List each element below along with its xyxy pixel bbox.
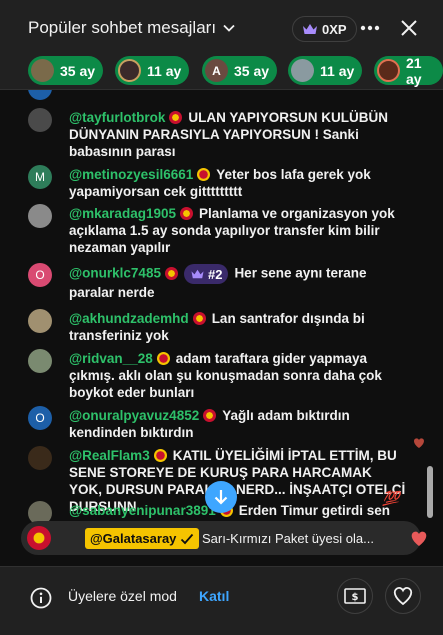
svg-text:$: $: [352, 592, 359, 603]
ticker-item[interactable]: A 35 ay: [202, 56, 278, 85]
avatar: [28, 90, 52, 100]
ticker-label: 35 ay: [60, 62, 96, 79]
message-text: Erden Timur getirdi sen: [238, 503, 391, 518]
message-author[interactable]: @tayfurlotbrok: [69, 110, 165, 125]
banner-text: Sarı-Kırmızı Paket üyesi ola...: [202, 531, 374, 546]
xp-chip[interactable]: 0XP: [292, 16, 357, 42]
rank-badge: #2: [183, 264, 229, 284]
rank-label: #2: [207, 266, 223, 282]
avatar: M: [28, 165, 52, 189]
ticker-label: 35 ay: [234, 62, 270, 79]
crown-icon: [191, 269, 204, 279]
ticker-label: 11 ay: [147, 62, 182, 79]
avatar: [377, 59, 400, 82]
avatar: [31, 59, 54, 82]
member-badge-icon: [203, 409, 217, 422]
message-author[interactable]: @onurklc7485: [69, 266, 161, 281]
ticker-item[interactable]: 21 ay: [374, 54, 443, 87]
verified-check-icon: [181, 533, 194, 544]
pinned-member-banner[interactable]: @Galatasaray Sarı-Kırmızı Paket üyesi ol…: [21, 521, 427, 555]
avatar: [28, 108, 52, 132]
member-badge-icon: [156, 352, 170, 365]
channel-avatar: [27, 526, 51, 550]
heart-emoji-icon: [411, 531, 427, 546]
membership-ticker-bar: 35 ay 11 ay A 35 ay 11 ay 21 ay: [0, 54, 443, 90]
member-badge-icon: [197, 168, 211, 181]
ticker-label: 21 ay: [406, 54, 422, 87]
more-options-icon[interactable]: [360, 20, 380, 36]
heart-icon: [393, 586, 413, 606]
message-author[interactable]: @akhundzademhd: [69, 311, 189, 326]
heart-reaction-button[interactable]: [385, 578, 421, 614]
message-author[interactable]: @RealFlam3: [69, 448, 150, 463]
chat-scrollbar[interactable]: [427, 466, 433, 518]
channel-handle: @Galatasaray: [90, 531, 177, 546]
chat-title: Popüler sohbet mesajları: [28, 18, 217, 37]
message-author[interactable]: @ridvan__28: [69, 351, 153, 366]
scroll-to-bottom-button[interactable]: [205, 481, 237, 513]
avatar: O: [28, 406, 52, 430]
message-author[interactable]: @onuralpyavuz4852: [69, 408, 199, 423]
member-badge-icon: [164, 266, 178, 280]
dollar-icon: $: [344, 588, 366, 604]
channel-handle-chip[interactable]: @Galatasaray: [85, 528, 200, 549]
super-chat-button[interactable]: $: [337, 578, 373, 614]
join-link[interactable]: Katıl: [199, 588, 229, 604]
hundred-emoji-icon: 💯: [382, 490, 400, 506]
chevron-down-icon: [223, 24, 235, 32]
chat-mode-dropdown[interactable]: Popüler sohbet mesajları: [28, 18, 236, 38]
member-badge-icon: [179, 207, 193, 220]
avatar: [28, 446, 52, 470]
ticker-item[interactable]: 11 ay: [115, 56, 190, 85]
avatar: [28, 204, 52, 228]
chat-header: Popüler sohbet mesajları 0XP: [0, 0, 443, 54]
xp-value: 0XP: [322, 21, 347, 37]
member-badge-icon: [192, 312, 206, 325]
avatar: [291, 59, 314, 82]
avatar: [28, 349, 52, 373]
ticker-label: 11 ay: [320, 62, 355, 79]
members-only-mode-text: Üyelere özel mod: [68, 588, 177, 604]
avatar: A: [205, 59, 228, 82]
message-author[interactable]: @mkaradag1905: [69, 206, 176, 221]
avatar: [28, 309, 52, 333]
crown-icon: [303, 24, 317, 34]
arrow-down-icon: [214, 490, 228, 505]
message-author[interactable]: @sabanyenipunar3891: [69, 503, 216, 518]
close-icon[interactable]: [400, 19, 418, 37]
info-icon[interactable]: [30, 587, 52, 609]
message-author[interactable]: @metinozyesil6661: [69, 167, 193, 182]
member-badge-icon: [153, 449, 167, 462]
member-badge-icon: [169, 111, 183, 124]
ticker-item[interactable]: 11 ay: [288, 56, 363, 85]
avatar: [118, 59, 141, 82]
chat-message-list[interactable]: @tayfurlotbrok ULAN YAPIYORSUN KULÜBÜN DÜ…: [0, 90, 443, 526]
floating-heart-icon: [414, 438, 424, 448]
ticker-item[interactable]: 35 ay: [28, 56, 104, 85]
avatar: O: [28, 263, 52, 287]
chat-footer: Üyelere özel mod Katıl $: [0, 566, 443, 635]
